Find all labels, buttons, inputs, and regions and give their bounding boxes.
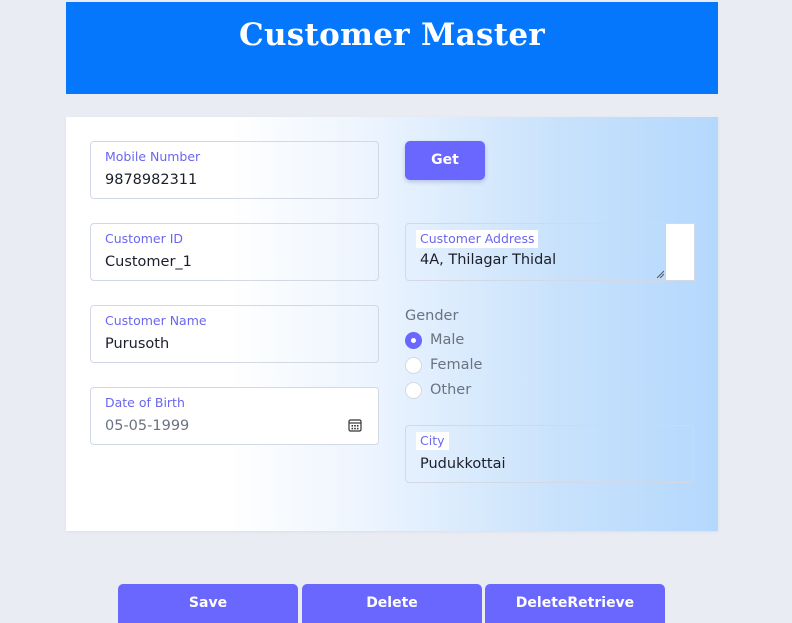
- date-of-birth-value: 05-05-1999: [105, 418, 190, 434]
- mobile-number-label: Mobile Number: [101, 148, 205, 166]
- page-title: Customer Master: [238, 17, 546, 53]
- customer-name-value: Purusoth: [105, 336, 170, 352]
- gender-label: Gender: [405, 308, 459, 324]
- mobile-number-field[interactable]: Mobile Number 9878982311: [90, 141, 379, 199]
- radio-checked-icon[interactable]: [405, 331, 422, 349]
- customer-id-field[interactable]: Customer ID Customer_1: [90, 223, 379, 281]
- gender-option-male[interactable]: Male: [405, 330, 464, 350]
- gender-option-label: Female: [430, 357, 483, 373]
- calendar-icon[interactable]: [348, 418, 362, 432]
- mobile-number-value: 9878982311: [105, 172, 198, 188]
- page-header: Customer Master: [66, 2, 718, 94]
- delete-retrieve-button[interactable]: DeleteRetrieve: [485, 584, 665, 623]
- gender-option-female[interactable]: Female: [405, 355, 482, 375]
- customer-name-field[interactable]: Customer Name Purusoth: [90, 305, 379, 363]
- resize-grip-icon[interactable]: [656, 270, 664, 278]
- date-of-birth-field[interactable]: Date of Birth 05-05-1999: [90, 387, 379, 445]
- save-button[interactable]: Save: [118, 584, 298, 623]
- city-value: Pudukkottai: [420, 456, 506, 472]
- city-label: City: [416, 432, 449, 450]
- radio-unchecked-icon[interactable]: [405, 356, 422, 374]
- customer-id-label: Customer ID: [101, 230, 188, 248]
- city-field[interactable]: City Pudukkottai: [405, 425, 694, 483]
- gender-option-label: Male: [430, 332, 465, 348]
- customer-address-value: 4A, Thilagar Thidal: [420, 252, 557, 268]
- customer-address-textarea[interactable]: Customer Address 4A, Thilagar Thidal: [405, 223, 667, 281]
- customer-id-value: Customer_1: [105, 254, 192, 270]
- gender-option-other[interactable]: Other: [405, 380, 471, 400]
- get-button[interactable]: Get: [405, 141, 485, 180]
- customer-name-label: Customer Name: [101, 312, 211, 330]
- address-scroll-area: [666, 223, 695, 281]
- customer-address-label: Customer Address: [416, 230, 539, 248]
- radio-unchecked-icon[interactable]: [405, 381, 422, 399]
- date-of-birth-label: Date of Birth: [101, 394, 189, 412]
- gender-option-label: Other: [430, 382, 472, 398]
- delete-button[interactable]: Delete: [302, 584, 482, 623]
